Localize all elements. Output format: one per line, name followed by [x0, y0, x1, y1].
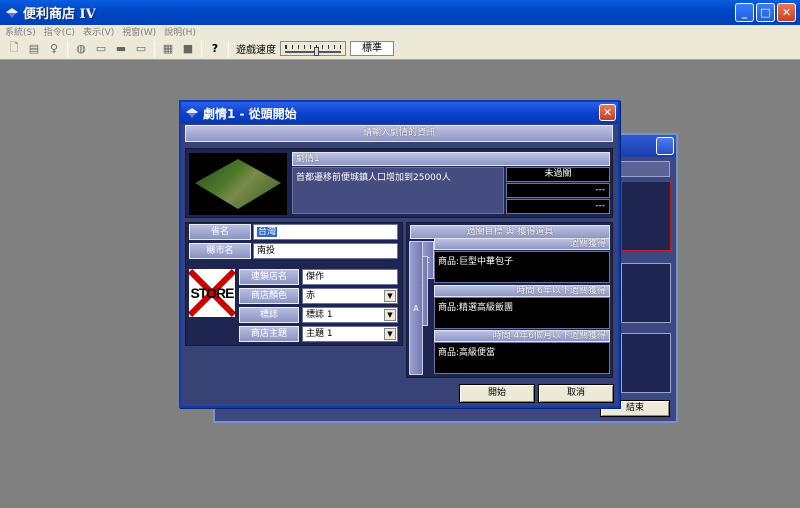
toolbar-separator	[228, 40, 229, 57]
chevron-down-icon[interactable]: ▼	[384, 309, 396, 321]
province-input[interactable]: 台灣	[253, 224, 398, 240]
minimize-button[interactable]: _	[735, 3, 754, 22]
close-button[interactable]: ✕	[777, 3, 796, 22]
dialog-icon	[186, 108, 198, 118]
save-icon[interactable]: ▤	[26, 41, 42, 57]
speed-value: 標準	[350, 41, 394, 56]
logo-label: 標誌	[239, 307, 299, 323]
toolbar: 🗋 ▤ ♀ ◍ ▭ ▬ ▭ ▦ ■ ? 遊戲速度 標準	[0, 38, 800, 60]
store-color-label: 商店顏色	[239, 288, 299, 304]
start-button[interactable]: 開始	[459, 384, 535, 403]
new-file-icon[interactable]: 🗋	[6, 41, 22, 57]
folder-icon[interactable]: ▬	[113, 41, 129, 57]
city-input[interactable]: 南投	[253, 243, 398, 259]
window-icon[interactable]: ▭	[133, 41, 149, 57]
panel-icon[interactable]: ■	[180, 41, 196, 57]
app-title: 便利商店 IV	[23, 7, 96, 22]
store-theme-select[interactable]: 主題 1 ▼	[302, 326, 398, 342]
goal-2-condition: 時間 6年以下過關獲得	[434, 285, 610, 297]
speed-slider[interactable]	[280, 41, 346, 56]
toolbar-separator	[201, 40, 202, 57]
dialog-title-bar: 劇情1 - 從頭開始 ✕	[181, 102, 618, 124]
chevron-down-icon[interactable]: ▼	[384, 328, 396, 340]
chevron-down-icon[interactable]: ▼	[384, 290, 396, 302]
menu-bar: 系統(S) 指令(C) 表示(V) 視窗(W) 說明(H)	[0, 25, 800, 38]
toolbar-separator	[154, 40, 155, 57]
store-color-value: 赤	[306, 291, 316, 301]
goal-1-prize: 商品:巨型中華包子	[434, 251, 610, 283]
goals-header: 過關目標 與 獲得道具	[410, 225, 610, 239]
app-title-bar: 便利商店 IV _ □ ✕	[0, 0, 800, 25]
goal-tab-a[interactable]: A	[409, 241, 423, 375]
scenario-description: 首都遷移前便城鎮人口增加到25000人	[292, 167, 504, 214]
scenario-status-3: ---	[506, 199, 610, 214]
logo-value: 標誌 1	[306, 310, 333, 320]
menu-system[interactable]: 系統(S)	[5, 25, 36, 38]
scenario-status-1: 未過關	[506, 167, 610, 182]
scenario-status-2: ---	[506, 183, 610, 198]
list-icon[interactable]: ▭	[93, 41, 109, 57]
city-label: 縣市名	[189, 243, 251, 259]
help-icon[interactable]: ?	[207, 41, 223, 57]
dialog-header: 請輸入劇情的資訊	[185, 125, 613, 142]
grid-icon[interactable]: ▦	[160, 41, 176, 57]
hint-icon[interactable]: ♀	[46, 41, 62, 57]
chain-name-label: 連鎖店名	[239, 269, 299, 285]
store-color-select[interactable]: 赤 ▼	[302, 288, 398, 304]
province-label: 省名	[189, 224, 251, 240]
cancel-button[interactable]: 取消	[538, 384, 614, 403]
store-theme-label: 商店主題	[239, 326, 299, 342]
chain-name-input[interactable]: 傑作	[302, 269, 398, 285]
menu-help[interactable]: 說明(H)	[164, 25, 196, 38]
search-icon[interactable]: ◍	[73, 41, 89, 57]
scenario-map-thumbnail	[189, 153, 287, 215]
store-theme-value: 主題 1	[306, 329, 333, 339]
toolbar-separator	[67, 40, 68, 57]
background-window-close-button[interactable]	[656, 137, 674, 155]
maximize-button[interactable]: □	[756, 3, 775, 22]
goal-1-condition: 過關獲得	[434, 238, 610, 250]
dialog-close-button[interactable]: ✕	[599, 104, 616, 121]
menu-command[interactable]: 指令(C)	[44, 25, 75, 38]
menu-view[interactable]: 表示(V)	[83, 25, 114, 38]
store-logo: STORE	[189, 269, 235, 317]
scenario-name: 劇情1	[292, 152, 610, 166]
speed-label: 遊戲速度	[236, 45, 276, 56]
menu-window[interactable]: 視窗(W)	[122, 25, 156, 38]
goal-2-prize: 商品:精選高級飯團	[434, 297, 610, 329]
goal-3-condition: 時間 4年6個月以下過關獲得	[434, 330, 610, 342]
app-icon	[6, 7, 18, 18]
dialog-title: 劇情1 - 從頭開始	[203, 106, 297, 121]
goal-3-prize: 商品:高級便當	[434, 342, 610, 374]
logo-select[interactable]: 標誌 1 ▼	[302, 307, 398, 323]
province-value: 台灣	[257, 227, 278, 237]
